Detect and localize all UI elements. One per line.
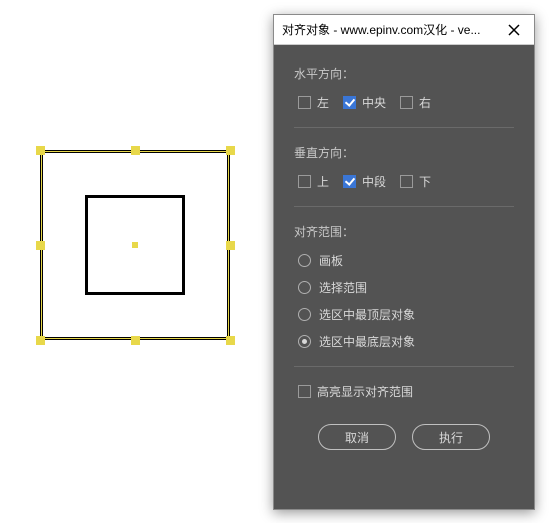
selection-handle-middle-right[interactable] xyxy=(226,241,235,250)
checkbox-icon xyxy=(343,175,356,188)
horizontal-section-label: 水平方向： xyxy=(294,65,514,82)
close-button[interactable] xyxy=(502,18,526,42)
dialog-buttons: 取消 执行 xyxy=(294,424,514,450)
checkbox-icon xyxy=(343,96,356,109)
radio-icon xyxy=(298,335,311,348)
checkbox-label: 中央 xyxy=(362,94,386,111)
checkbox-icon xyxy=(298,385,311,398)
checkbox-align-center[interactable]: 中央 xyxy=(343,94,386,111)
checkbox-label: 中段 xyxy=(362,173,386,190)
checkbox-icon xyxy=(298,175,311,188)
divider xyxy=(294,127,514,128)
dialog-title: 对齐对象 - www.epinv.com汉化 - ve... xyxy=(282,21,502,38)
radio-bottommost-object[interactable]: 选区中最底层对象 xyxy=(298,333,514,350)
dialog-titlebar[interactable]: 对齐对象 - www.epinv.com汉化 - ve... xyxy=(274,15,534,45)
scope-section-label: 对齐范围： xyxy=(294,223,514,240)
selection-handle-top-middle[interactable] xyxy=(131,146,140,155)
checkbox-align-left[interactable]: 左 xyxy=(298,94,329,111)
radio-topmost-object[interactable]: 选区中最顶层对象 xyxy=(298,306,514,323)
selection-handle-middle-left[interactable] xyxy=(36,241,45,250)
radio-icon xyxy=(298,254,311,267)
checkbox-align-top[interactable]: 上 xyxy=(298,173,329,190)
checkbox-highlight-scope[interactable]: 高亮显示对齐范围 xyxy=(294,383,514,400)
radio-label: 选区中最底层对象 xyxy=(319,333,415,350)
checkbox-label: 左 xyxy=(317,94,329,111)
divider xyxy=(294,366,514,367)
selection-handle-top-left[interactable] xyxy=(36,146,45,155)
selection-handle-top-right[interactable] xyxy=(226,146,235,155)
canvas-preview xyxy=(20,130,250,360)
divider xyxy=(294,206,514,207)
scope-options: 画板 选择范围 选区中最顶层对象 选区中最底层对象 xyxy=(294,252,514,350)
checkbox-icon xyxy=(400,96,413,109)
radio-icon xyxy=(298,308,311,321)
radio-label: 选区中最顶层对象 xyxy=(319,306,415,323)
cancel-button[interactable]: 取消 xyxy=(318,424,396,450)
align-objects-dialog: 对齐对象 - www.epinv.com汉化 - ve... 水平方向： 左 中… xyxy=(273,14,535,510)
vertical-options-row: 上 中段 下 xyxy=(294,173,514,190)
checkbox-icon xyxy=(400,175,413,188)
close-icon xyxy=(508,24,520,36)
selection-handle-bottom-middle[interactable] xyxy=(131,336,140,345)
checkbox-icon xyxy=(298,96,311,109)
horizontal-options-row: 左 中央 右 xyxy=(294,94,514,111)
selection-handle-bottom-right[interactable] xyxy=(226,336,235,345)
radio-label: 画板 xyxy=(319,252,343,269)
checkbox-label: 下 xyxy=(419,173,431,190)
selection-center-point xyxy=(132,242,138,248)
selection-handle-bottom-left[interactable] xyxy=(36,336,45,345)
radio-selection-bounds[interactable]: 选择范围 xyxy=(298,279,514,296)
checkbox-align-middle[interactable]: 中段 xyxy=(343,173,386,190)
radio-label: 选择范围 xyxy=(319,279,367,296)
radio-icon xyxy=(298,281,311,294)
vertical-section-label: 垂直方向： xyxy=(294,144,514,161)
checkbox-label: 高亮显示对齐范围 xyxy=(317,383,413,400)
checkbox-align-right[interactable]: 右 xyxy=(400,94,431,111)
checkbox-label: 右 xyxy=(419,94,431,111)
execute-button[interactable]: 执行 xyxy=(412,424,490,450)
radio-artboard[interactable]: 画板 xyxy=(298,252,514,269)
checkbox-align-bottom[interactable]: 下 xyxy=(400,173,431,190)
checkbox-label: 上 xyxy=(317,173,329,190)
